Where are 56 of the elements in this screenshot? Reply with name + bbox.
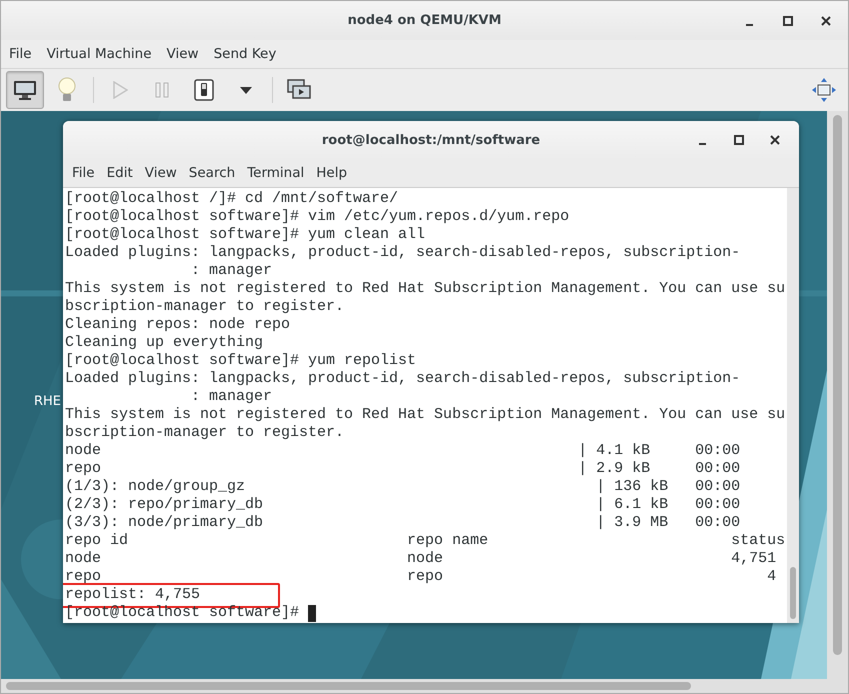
maximize-icon[interactable]: [733, 134, 745, 146]
terminal-line: [root@localhost software]# yum repolist: [65, 352, 416, 370]
menu-item[interactable]: Send Key: [208, 44, 282, 64]
monitor-icon: [13, 80, 37, 100]
toolbar-button[interactable]: [6, 71, 44, 109]
close-icon[interactable]: [820, 14, 832, 26]
terminal-title: root@localhost:/mnt/software: [322, 132, 540, 148]
terminal-line: bscription-manager to register.: [65, 298, 344, 316]
terminal-line: node node 4,751: [65, 550, 776, 568]
menu-item[interactable]: Virtual Machine: [40, 44, 158, 64]
terminal-line: Cleaning up everything: [65, 334, 264, 352]
terminal-line: bscription-manager to register.: [65, 424, 344, 442]
light-bulb-icon: [57, 77, 77, 103]
play-icon: [112, 81, 128, 99]
menu-item[interactable]: View: [160, 44, 205, 64]
terminal-line: [root@localhost /]# cd /mnt/software/: [65, 190, 398, 208]
scrollbar[interactable]: [827, 111, 848, 679]
terminal-line: Cleaning repos: node repo: [65, 316, 290, 334]
terminal-line: This system is not registered to Red Hat Subscription Management. You can use su: [65, 280, 786, 298]
scrollbar[interactable]: [1, 679, 848, 693]
terminal-line: : manager: [190, 388, 272, 406]
menu-item[interactable]: File: [66, 163, 101, 183]
terminal-line: (1/3): node/group_gz | 136 kB 00:00: [65, 478, 740, 496]
terminal-line: (3/3): node/primary_db | 3.9 MB 00:00: [65, 514, 740, 532]
menu-item[interactable]: Terminal: [241, 163, 310, 183]
maximize-icon[interactable]: [782, 14, 794, 26]
terminal-line: repo id repo name status: [65, 532, 786, 550]
terminal-line: repo | 2.9 kB 00:00: [65, 460, 740, 478]
terminal-line: node | 4.1 kB 00:00: [65, 442, 740, 460]
menu-item[interactable]: File: [3, 44, 38, 64]
power-switch-icon: [194, 79, 214, 101]
terminal-line: (2/3): repo/primary_db | 6.1 kB 00:00: [65, 496, 740, 514]
terminal-line: [root@localhost software]# yum clean all: [65, 226, 426, 244]
terminal-line: Loaded plugins: langpacks, product-id, search-disabled-repos, subscription-: [65, 244, 740, 262]
terminal-line: repo repo 4: [65, 568, 776, 586]
terminal-line: : manager: [190, 262, 272, 280]
close-icon[interactable]: [769, 134, 781, 146]
terminal-line: repolist: 4,755: [65, 586, 200, 604]
terminal-line: [root@localhost software]# vim /etc/yum.repos.d/yum.repo: [65, 208, 570, 226]
screens-icon: [287, 79, 311, 101]
scrollbar-thumb[interactable]: [833, 115, 842, 655]
menu-item[interactable]: Edit: [100, 163, 139, 183]
scrollbar-thumb[interactable]: [6, 682, 691, 690]
menu-item[interactable]: Search: [182, 163, 242, 183]
scrollbar-thumb[interactable]: [790, 567, 796, 619]
pause-icon: [155, 82, 169, 98]
terminal-line: This system is not registered to Red Hat Subscription Management. You can use su: [65, 406, 786, 424]
desktop-label: RHE: [34, 394, 62, 409]
window-title: node4 on QEMU/KVM: [348, 13, 502, 28]
terminal-line: [root@localhost software]#: [65, 604, 300, 622]
terminal-line: Loaded plugins: langpacks, product-id, search-disabled-repos, subscription-: [65, 370, 740, 388]
scrollbar[interactable]: [787, 188, 799, 623]
fullscreen-icon: [812, 78, 836, 102]
menu-item[interactable]: View: [138, 163, 183, 183]
caret-icon: [240, 86, 252, 94]
menu-item[interactable]: Help: [310, 163, 354, 183]
